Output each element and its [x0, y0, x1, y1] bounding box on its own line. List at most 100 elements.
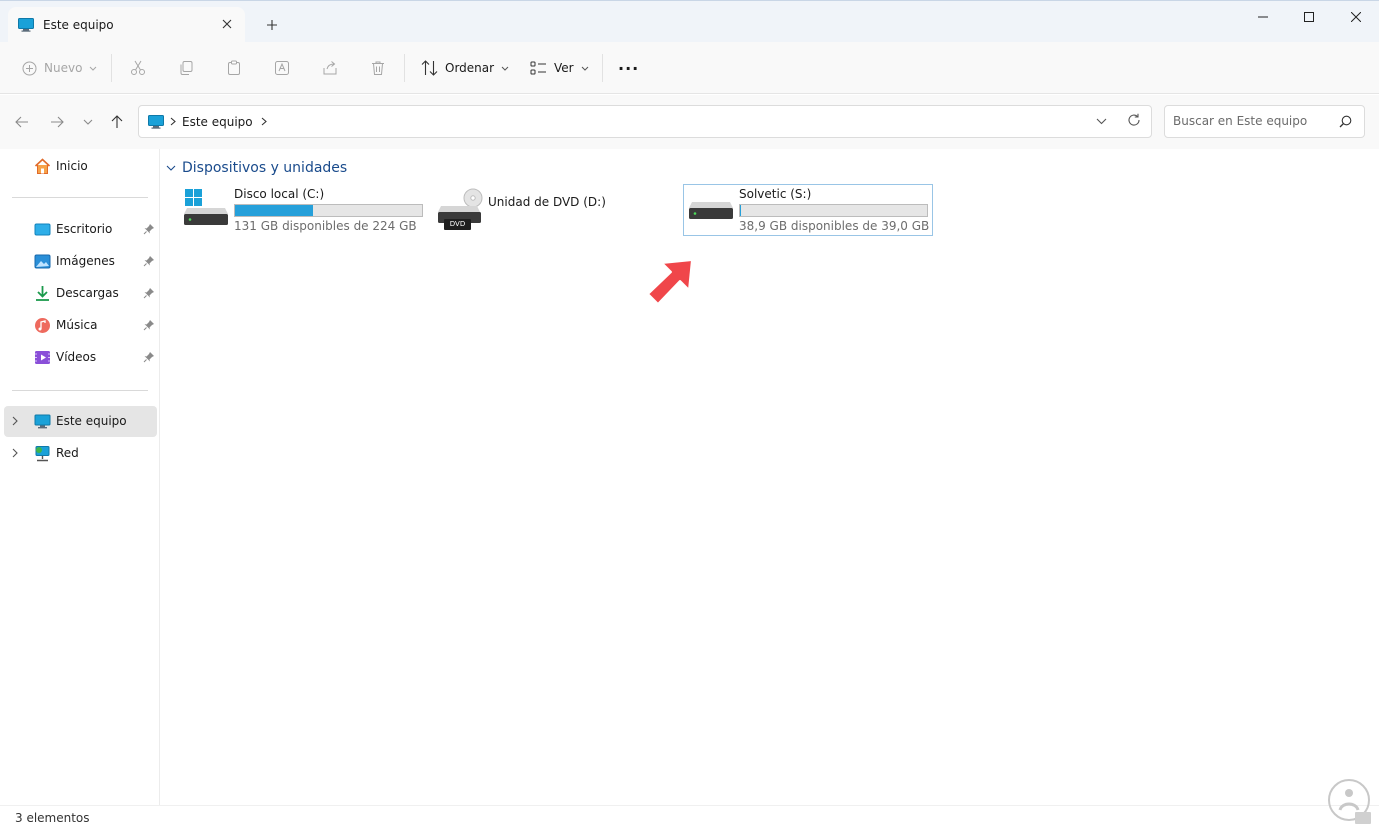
breadcrumb-chevron-icon[interactable]: [261, 117, 267, 126]
up-button[interactable]: [106, 111, 128, 133]
minimize-icon[interactable]: [1240, 1, 1286, 33]
drive-name: Unidad de DVD (D:): [488, 195, 606, 209]
logo-watermark-icon: [1328, 779, 1371, 824]
rename-icon: [275, 61, 289, 75]
new-button-label: Nuevo: [44, 61, 83, 75]
breadcrumb-chevron-icon[interactable]: [170, 117, 176, 126]
maximize-icon[interactable]: [1286, 1, 1332, 33]
windows-drive-icon: [184, 189, 228, 225]
sort-icon: [421, 60, 438, 76]
sidebar-item-label: Inicio: [56, 159, 88, 173]
copy-icon: [180, 61, 193, 75]
sidebar-item-label: Imágenes: [56, 254, 115, 268]
sidebar-item-este-equipo[interactable]: Este equipo: [4, 406, 157, 437]
chevron-right-icon[interactable]: [12, 448, 18, 458]
refresh-icon[interactable]: [1127, 113, 1141, 130]
breadcrumb-item-este-equipo[interactable]: Este equipo: [182, 115, 253, 129]
address-history-icon[interactable]: [1096, 114, 1107, 128]
hard-drive-icon: [689, 202, 733, 219]
videos-icon: [35, 351, 50, 364]
group-title: Dispositivos y unidades: [182, 160, 348, 176]
more-options-icon: ···: [618, 58, 640, 78]
cut-button[interactable]: [130, 54, 146, 82]
sidebar-item-label: Descargas: [56, 286, 119, 300]
sidebar-item-videos[interactable]: Vídeos: [4, 342, 157, 373]
view-button-label: Ver: [554, 61, 574, 75]
sidebar-item-musica[interactable]: Música: [4, 310, 157, 341]
drive-name: Disco local (C:): [234, 187, 325, 201]
this-pc-icon: [18, 18, 34, 32]
annotation-arrow-icon: [647, 259, 693, 305]
more-options-button[interactable]: ···: [618, 54, 639, 82]
rename-button[interactable]: [274, 54, 290, 82]
sidebar-item-label: Escritorio: [56, 222, 113, 236]
search-box[interactable]: [1164, 105, 1365, 138]
share-button[interactable]: [322, 54, 338, 82]
drive-item-s[interactable]: Solvetic (S:) 38,9 GB disponibles de 39,…: [683, 184, 933, 236]
this-pc-icon: [34, 414, 51, 429]
item-count: 3 elementos: [15, 811, 90, 825]
paste-button[interactable]: [226, 54, 242, 82]
tab-title: Este equipo: [43, 18, 114, 32]
chevron-down-icon: [581, 66, 588, 71]
sidebar-item-descargas[interactable]: Descargas: [4, 278, 157, 309]
sidebar-item-red[interactable]: Red: [4, 438, 157, 469]
copy-button[interactable]: [178, 54, 194, 82]
pin-icon[interactable]: [143, 255, 155, 267]
share-icon: [323, 61, 337, 75]
drive-item-d[interactable]: DVD Unidad de DVD (D:): [432, 184, 680, 236]
search-icon[interactable]: [1339, 115, 1352, 131]
drive-free-space: 38,9 GB disponibles de 39,0 GB: [739, 219, 930, 233]
chevron-right-icon[interactable]: [12, 416, 18, 426]
sidebar-item-imagenes[interactable]: Imágenes: [4, 246, 157, 277]
address-bar[interactable]: Este equipo: [138, 105, 1152, 138]
sidebar-divider: [12, 390, 148, 391]
drive-free-space: 131 GB disponibles de 224 GB: [234, 219, 417, 233]
back-button[interactable]: [11, 111, 33, 133]
paste-icon: [228, 60, 240, 75]
forward-button[interactable]: [46, 111, 68, 133]
drive-name: Solvetic (S:): [739, 187, 812, 201]
toolbar-divider: [111, 54, 112, 82]
new-tab-icon[interactable]: [262, 15, 282, 35]
drive-usage-bar: [739, 204, 928, 217]
navigation-pane: Inicio Escritorio Imágenes Descargas Mús…: [0, 149, 160, 805]
title-bar: Este equipo: [0, 0, 1379, 43]
close-window-icon[interactable]: [1333, 1, 1379, 33]
status-bar: 3 elementos: [0, 779, 1379, 829]
pin-icon[interactable]: [143, 319, 155, 331]
sidebar-item-label: Este equipo: [56, 414, 127, 428]
trash-icon: [372, 61, 384, 75]
sidebar-item-escritorio[interactable]: Escritorio: [4, 214, 157, 245]
navigation-row: Este equipo: [0, 95, 1379, 149]
network-icon: [35, 446, 50, 462]
pin-icon[interactable]: [143, 223, 155, 235]
view-button[interactable]: Ver: [530, 54, 589, 82]
drive-usage-fill: [740, 205, 741, 216]
new-button[interactable]: Nuevo: [22, 54, 97, 82]
content-pane: Dispositivos y unidades Disco local (C:)…: [161, 149, 1379, 805]
chevron-down-icon: [90, 66, 97, 71]
chevron-down-icon: [83, 119, 93, 125]
this-pc-icon: [148, 114, 164, 129]
view-icon: [530, 61, 546, 75]
sidebar-divider: [12, 197, 148, 198]
group-header-devices[interactable]: Dispositivos y unidades: [166, 160, 347, 176]
music-icon: [35, 318, 50, 333]
drive-item-c[interactable]: Disco local (C:) 131 GB disponibles de 2…: [178, 184, 426, 236]
toolbar-divider: [404, 54, 405, 82]
close-tab-icon[interactable]: [219, 16, 235, 32]
recent-locations-button[interactable]: [77, 111, 99, 133]
pin-icon[interactable]: [143, 287, 155, 299]
arrow-right-icon: [51, 116, 64, 128]
drive-usage-bar: [234, 204, 423, 217]
tab-este-equipo[interactable]: Este equipo: [8, 7, 245, 43]
home-icon: [34, 158, 51, 174]
pictures-icon: [34, 254, 51, 269]
sidebar-item-inicio[interactable]: Inicio: [4, 151, 157, 182]
search-input[interactable]: [1173, 114, 1333, 128]
sort-button[interactable]: Ordenar: [421, 54, 509, 82]
delete-button[interactable]: [370, 54, 386, 82]
dvd-badge: DVD: [444, 219, 471, 230]
pin-icon[interactable]: [143, 351, 155, 363]
